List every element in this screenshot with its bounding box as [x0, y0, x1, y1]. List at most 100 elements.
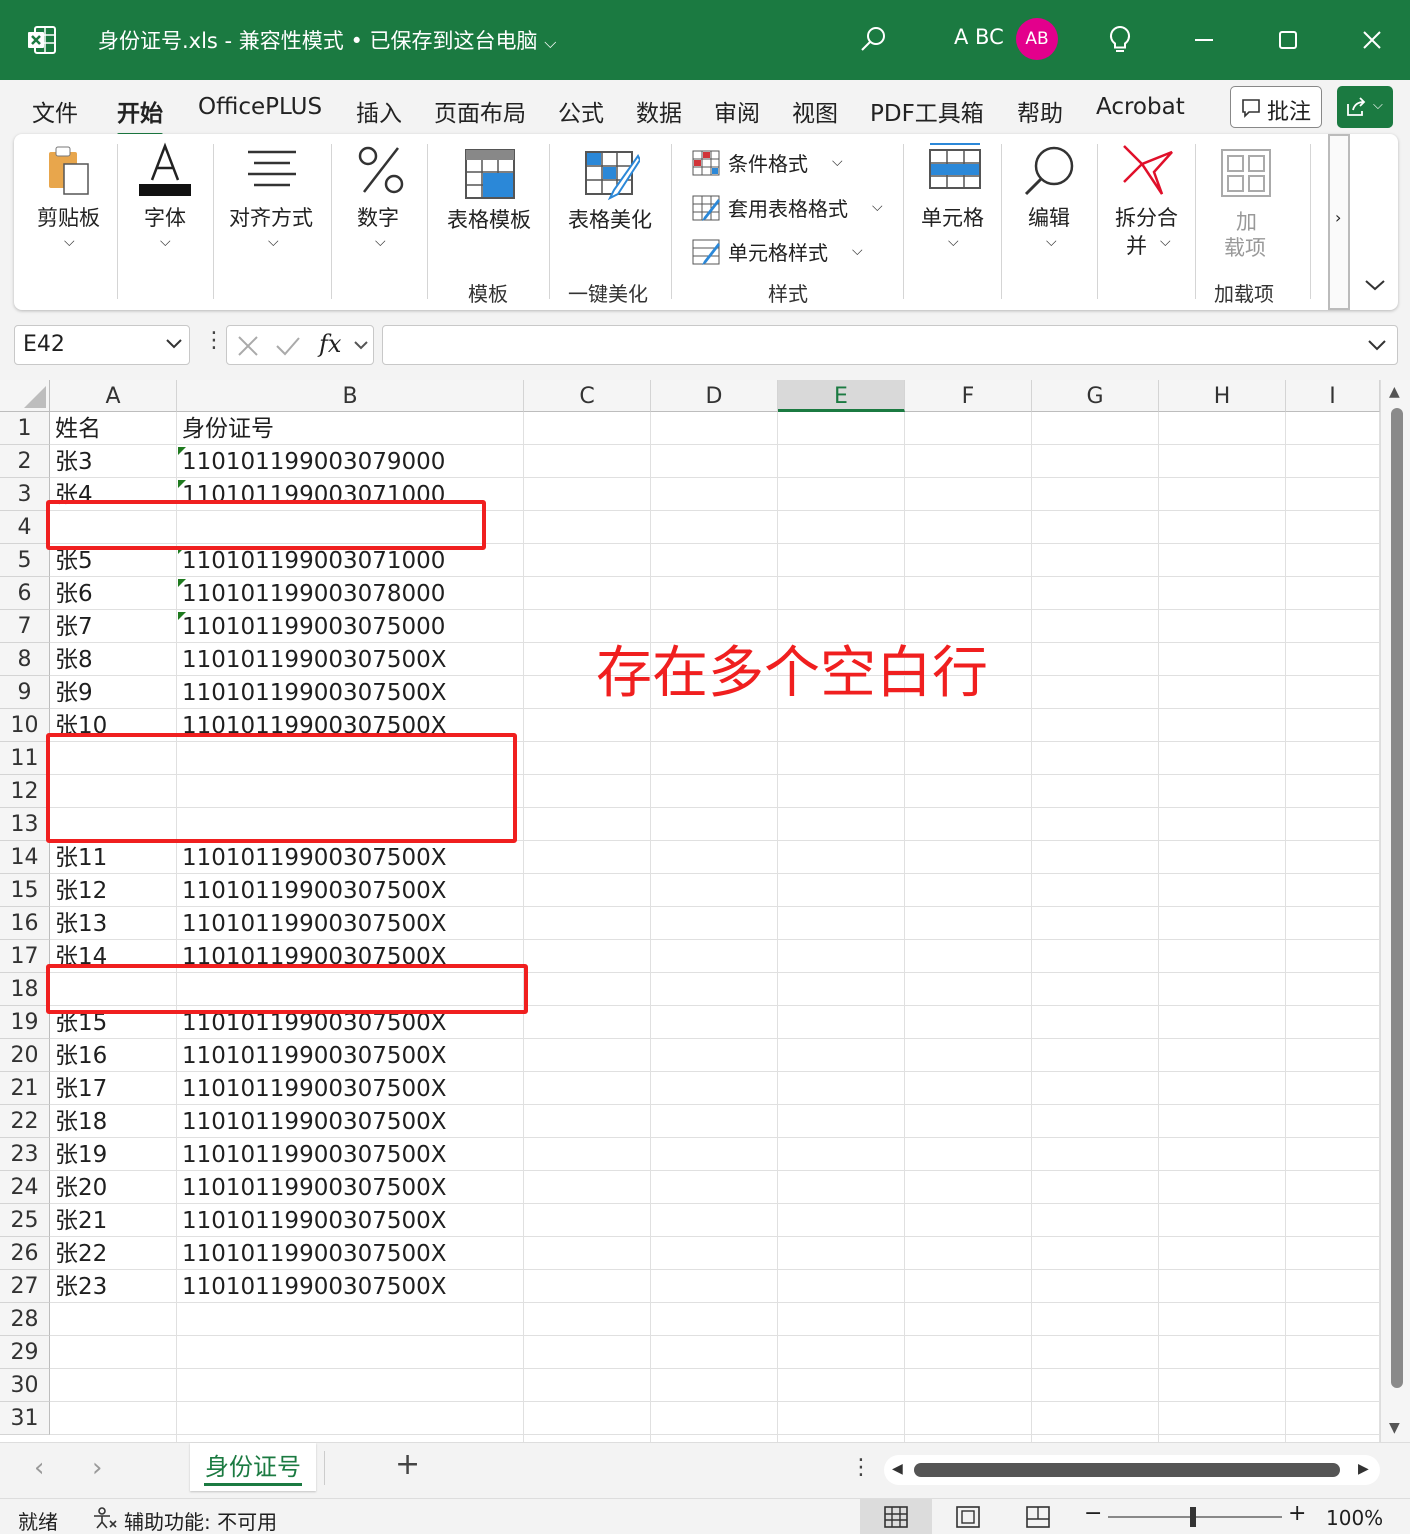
horizontal-scroll-thumb[interactable] — [914, 1463, 1340, 1477]
formula-input[interactable] — [382, 325, 1398, 365]
conditional-format-button[interactable]: 条件格式 ⌵ — [692, 146, 892, 180]
tab-acrobat[interactable]: Acrobat — [1096, 94, 1185, 120]
tab-home[interactable]: 开始 — [117, 94, 163, 137]
row-header[interactable]: 23 — [0, 1138, 50, 1171]
tab-pdf-toolbox[interactable]: PDF工具箱 — [870, 94, 984, 128]
column-header-b[interactable]: B — [177, 380, 524, 412]
row-header[interactable]: 4 — [0, 511, 50, 544]
cell-id-number[interactable]: 110101199003075000 — [177, 610, 524, 643]
vertical-scrollbar[interactable]: ▲ ▼ — [1380, 380, 1410, 1442]
error-indicator-icon[interactable] — [178, 480, 186, 488]
tab-view[interactable]: 视图 — [792, 94, 838, 128]
tab-officeplus[interactable]: OfficePLUS — [198, 94, 322, 120]
cell-name[interactable]: 张16 — [50, 1039, 177, 1072]
cell-id-number[interactable]: 11010119900307500X — [177, 841, 524, 874]
tab-review[interactable]: 审阅 — [714, 94, 760, 128]
row-header[interactable]: 3 — [0, 478, 50, 511]
row-header[interactable]: 31 — [0, 1402, 50, 1435]
ribbon-scroll-right-button[interactable]: › — [1328, 134, 1350, 310]
enter-check-icon[interactable] — [275, 335, 301, 357]
page-layout-view-icon[interactable] — [956, 1506, 980, 1528]
comments-button[interactable]: 批注 — [1230, 86, 1322, 128]
row-header[interactable]: 2 — [0, 445, 50, 478]
editing-group[interactable]: 编辑 ⌵ — [1008, 134, 1092, 310]
cell-name[interactable]: 张17 — [50, 1072, 177, 1105]
cell-name[interactable]: 张6 — [50, 577, 177, 610]
row-header[interactable]: 22 — [0, 1105, 50, 1138]
cell-id-number[interactable] — [177, 1336, 524, 1369]
column-header-c[interactable]: C — [524, 380, 651, 412]
avatar[interactable]: AB — [1016, 18, 1058, 60]
cell-id-number[interactable]: 110101199003078000 — [177, 577, 524, 610]
tab-formulas[interactable]: 公式 — [558, 94, 604, 128]
error-indicator-icon[interactable] — [178, 612, 186, 620]
cell-id-number[interactable]: 身份证号 — [177, 412, 524, 445]
select-all-corner[interactable] — [0, 380, 50, 412]
row-header[interactable]: 29 — [0, 1336, 50, 1369]
row-header[interactable]: 5 — [0, 544, 50, 577]
cell-id-number[interactable]: 11010119900307500X — [177, 676, 524, 709]
cell-name[interactable]: 张12 — [50, 874, 177, 907]
normal-view-button[interactable] — [860, 1499, 932, 1534]
cell-id-number[interactable]: 11010119900307500X — [177, 1204, 524, 1237]
column-header-h[interactable]: H — [1159, 380, 1286, 412]
row-header[interactable]: 12 — [0, 775, 50, 808]
close-icon[interactable] — [1354, 22, 1390, 58]
split-merge-group[interactable]: 拆分合 并 ⌵ — [1104, 134, 1196, 310]
cell-id-number[interactable]: 11010119900307500X — [177, 1270, 524, 1303]
cell-id-number[interactable] — [177, 1402, 524, 1435]
cell-id-number[interactable]: 11010119900307500X — [177, 1171, 524, 1204]
cell-id-number[interactable]: 11010119900307500X — [177, 874, 524, 907]
column-header-a[interactable]: A — [50, 380, 177, 412]
minimize-icon[interactable] — [1186, 22, 1222, 58]
prev-sheet-icon[interactable]: ‹ — [34, 1453, 44, 1483]
table-template-group[interactable]: 表格模板 模板 — [434, 134, 546, 310]
cell-name[interactable]: 张18 — [50, 1105, 177, 1138]
number-group[interactable]: 数字 ⌵ — [338, 134, 424, 310]
row-header[interactable]: 16 — [0, 907, 50, 940]
cell-id-number[interactable] — [177, 1369, 524, 1402]
cell-name[interactable]: 张3 — [50, 445, 177, 478]
tab-data[interactable]: 数据 — [636, 94, 682, 128]
row-header[interactable]: 30 — [0, 1369, 50, 1402]
cancel-icon[interactable] — [237, 335, 259, 357]
font-group[interactable]: 字体 ⌵ — [126, 134, 206, 310]
row-header[interactable]: 20 — [0, 1039, 50, 1072]
row-header[interactable]: 7 — [0, 610, 50, 643]
row-header[interactable]: 13 — [0, 808, 50, 841]
zoom-in-icon[interactable]: + — [1288, 1501, 1306, 1526]
cell-name[interactable]: 张20 — [50, 1171, 177, 1204]
row-header[interactable]: 11 — [0, 742, 50, 775]
cell-id-number[interactable]: 11010119900307500X — [177, 907, 524, 940]
tab-file[interactable]: 文件 — [32, 94, 78, 128]
insert-function-button[interactable]: fx — [319, 330, 341, 358]
error-indicator-icon[interactable] — [178, 447, 186, 455]
cell-style-button[interactable]: 单元格样式 ⌵ — [692, 235, 892, 269]
row-header[interactable]: 28 — [0, 1303, 50, 1336]
error-indicator-icon[interactable] — [178, 579, 186, 587]
cell-id-number[interactable] — [177, 1303, 524, 1336]
cell-name[interactable]: 张13 — [50, 907, 177, 940]
row-header[interactable]: 1 — [0, 412, 50, 445]
cell-name[interactable]: 张8 — [50, 643, 177, 676]
clipboard-group[interactable]: 剪贴板 ⌵ — [32, 134, 108, 310]
search-icon[interactable] — [856, 22, 892, 58]
column-header-f[interactable]: F — [905, 380, 1032, 412]
tab-page-layout[interactable]: 页面布局 — [434, 94, 526, 128]
cell-id-number[interactable]: 11010119900307500X — [177, 1138, 524, 1171]
cell-id-number[interactable]: 11010119900307500X — [177, 1072, 524, 1105]
cell-name[interactable]: 姓名 — [50, 412, 177, 445]
cell-name[interactable]: 张21 — [50, 1204, 177, 1237]
cell-id-number[interactable]: 11010119900307500X — [177, 1039, 524, 1072]
name-box[interactable]: E42 — [14, 325, 190, 365]
scroll-left-icon[interactable]: ◀ — [892, 1461, 903, 1477]
page-break-view-icon[interactable] — [1026, 1506, 1050, 1528]
cell-name[interactable]: 张19 — [50, 1138, 177, 1171]
scroll-up-icon[interactable]: ▲ — [1389, 384, 1400, 400]
cell-id-number[interactable]: 11010119900307500X — [177, 1237, 524, 1270]
row-header[interactable]: 14 — [0, 841, 50, 874]
row-header[interactable]: 21 — [0, 1072, 50, 1105]
row-header[interactable]: 15 — [0, 874, 50, 907]
more-options-icon[interactable]: ⋮ — [850, 1455, 872, 1480]
row-header[interactable]: 18 — [0, 973, 50, 1006]
